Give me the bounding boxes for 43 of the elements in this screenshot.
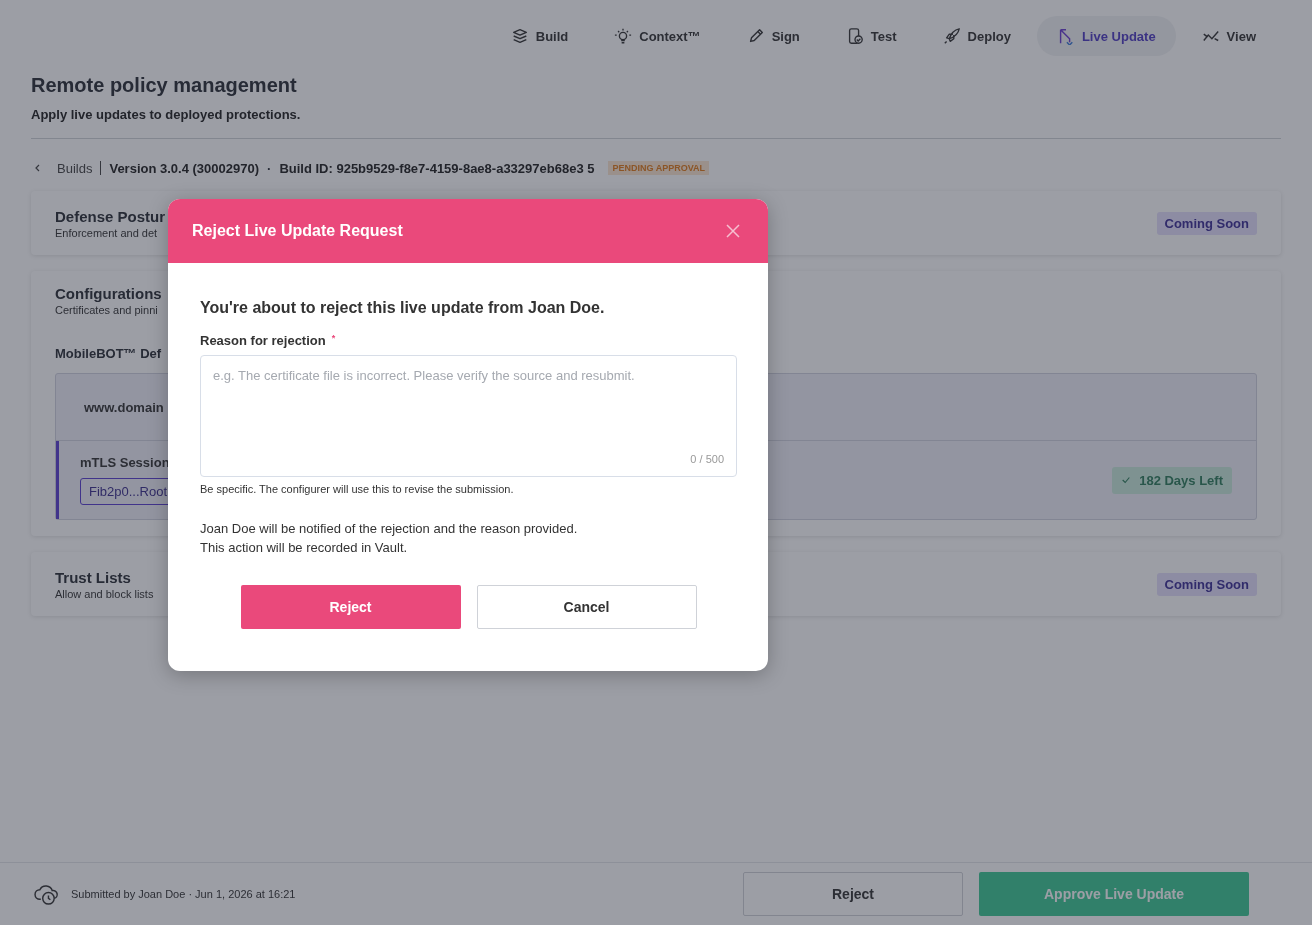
nav-tab[interactable]: Context™: [594, 16, 721, 56]
section-subtitle: Certificates and pinni: [55, 304, 158, 316]
nav-tab[interactable]: Deploy: [922, 16, 1031, 56]
submitted-info: Submitted by Joan Doe · Jun 1, 2026 at 16:21: [71, 888, 296, 900]
nav-tab[interactable]: Live Update: [1036, 16, 1176, 56]
lightbulb-icon: [614, 27, 633, 45]
section-title: Trust Lists: [55, 568, 131, 586]
group-title: MobileBOT™ Def: [55, 346, 163, 361]
coming-soon-badge: Coming Soon: [1156, 572, 1257, 596]
dialog-title: Reject Live Update Request: [192, 222, 403, 240]
rocket-icon: [942, 27, 961, 45]
check-icon: [1121, 475, 1132, 485]
character-counter: 0 / 500: [690, 453, 724, 465]
version-label: Version 3.0.4 (30002970): [109, 160, 260, 176]
cancel-button[interactable]: Cancel: [476, 585, 697, 629]
section-subtitle: Enforcement and det: [55, 226, 158, 239]
nav-tab[interactable]: View: [1181, 16, 1276, 56]
expiry-text: 182 Days Left: [1139, 472, 1223, 488]
confirm-reject-button[interactable]: Reject: [240, 585, 461, 629]
dialog-lead: You're about to reject this live update from Joan Doe.: [200, 299, 606, 317]
build-id: Build ID: 925b9529-f8e7-4159-8ae8-a33297eb68e3 5: [279, 160, 595, 176]
nav-tab[interactable]: Test: [825, 16, 917, 56]
separator-dot: ·: [267, 160, 272, 176]
required-mark: *: [331, 333, 336, 345]
domain-label: www.domain: [84, 399, 164, 415]
section-title: Defense Postur: [55, 207, 166, 225]
layers-icon: [510, 27, 529, 45]
reject-button[interactable]: Reject: [743, 872, 963, 916]
field-label: Reason for rejection: [200, 333, 326, 348]
notice-text: Joan Doe will be notified of the rejection and the reason provided.: [200, 521, 579, 536]
session-title: mTLS Session: [80, 455, 171, 470]
section-title: Configurations: [55, 285, 162, 302]
notice-text: This action will be recorded in Vault.: [200, 540, 409, 555]
status-badge: PENDING APPROVAL: [608, 161, 709, 175]
nav-tab[interactable]: Build: [490, 16, 589, 56]
nav-tab[interactable]: Sign: [726, 16, 820, 56]
builds-link[interactable]: Builds: [57, 160, 93, 176]
page-title: Remote policy management: [31, 74, 298, 97]
coming-soon-badge: Coming Soon: [1156, 211, 1257, 235]
page-subtitle: Apply live updates to deployed protections.: [31, 107, 302, 122]
section-subtitle: Allow and block lists: [55, 587, 154, 600]
field-hint: Be specific. The configurer will use this to revise the submission.: [200, 483, 515, 495]
cloud-clock-icon: [34, 882, 61, 906]
